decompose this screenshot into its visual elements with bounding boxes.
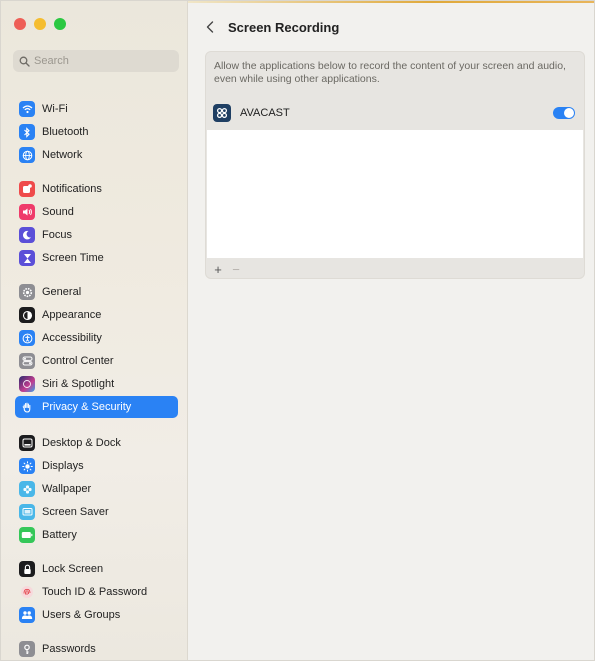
page-title: Screen Recording [228,19,340,35]
system-settings-window: Wi-Fi Bluetooth Network Notifications [0,0,595,661]
flower-icon [19,481,35,497]
sidebar-item-lock-screen[interactable]: Lock Screen [15,558,178,580]
main-content: Screen Recording Allow the applications … [188,1,594,660]
sidebar-item-screen-saver[interactable]: Screen Saver [15,501,178,523]
sun-icon [19,458,35,474]
sidebar-item-wifi[interactable]: Wi-Fi [15,98,178,120]
sidebar-item-label: Displays [42,460,84,472]
sidebar-item-label: Control Center [42,355,114,367]
sidebar-item-accessibility[interactable]: Accessibility [15,327,178,349]
search-field[interactable] [13,50,179,72]
sidebar-item-label: Battery [42,529,77,541]
sidebar-item-appearance[interactable]: Appearance [15,304,178,326]
permissions-panel: Allow the applications below to record t… [205,51,585,279]
sidebar-item-control-center[interactable]: Control Center [15,350,178,372]
appearance-icon [19,307,35,323]
hourglass-icon [19,250,35,266]
globe-icon [19,147,35,163]
sidebar-item-network[interactable]: Network [15,144,178,166]
sidebar-item-label: Passwords [42,643,96,655]
dock-icon [19,435,35,451]
accessibility-icon [19,330,35,346]
add-app-button[interactable]: + [211,262,225,277]
siri-icon [19,376,35,392]
sidebar-item-label: Screen Time [42,252,104,264]
app-list-empty-area [207,130,583,258]
moon-icon [19,227,35,243]
sidebar-item-label: Accessibility [42,332,102,344]
gear-icon [19,284,35,300]
sidebar-item-sound[interactable]: Sound [15,201,178,223]
sidebar-item-label: Touch ID & Password [42,586,148,598]
sidebar-item-bluetooth[interactable]: Bluetooth [15,121,178,143]
bell-icon [19,181,35,197]
fingerprint-icon [19,584,35,600]
search-input[interactable] [34,55,174,67]
sidebar-item-battery[interactable]: Battery [15,524,178,546]
sidebar-item-label: Screen Saver [42,506,109,518]
back-button[interactable] [200,17,220,37]
zoom-window-button[interactable] [54,18,66,30]
permission-description: Allow the applications below to record t… [214,60,566,85]
title-bar-accent [188,1,594,3]
sidebar-item-label: General [42,286,82,298]
sidebar-item-label: Wi-Fi [42,103,68,115]
battery-icon [19,527,35,543]
minimize-window-button[interactable] [34,18,46,30]
sidebar-item-passwords[interactable]: Passwords [15,638,178,660]
control-center-icon [19,353,35,369]
users-icon [19,607,35,623]
sidebar-item-siri-spotlight[interactable]: Siri & Spotlight [15,373,178,395]
sidebar-item-label: Network [42,149,83,161]
remove-app-button[interactable]: − [229,262,243,277]
sidebar-item-notifications[interactable]: Notifications [15,178,178,200]
screen-recording-toggle[interactable] [553,107,575,119]
sidebar-item-wallpaper[interactable]: Wallpaper [15,478,178,500]
screensaver-icon [19,504,35,520]
sidebar-item-label: Lock Screen [42,563,104,575]
sidebar-item-label: Desktop & Dock [42,437,121,449]
sidebar-item-users-groups[interactable]: Users & Groups [15,604,178,626]
sidebar-item-label: Focus [42,229,72,241]
search-icon [19,56,30,67]
chevron-left-icon [206,21,214,33]
sidebar-item-privacy-security[interactable]: Privacy & Security [15,396,178,418]
speaker-icon [19,204,35,220]
sidebar-item-displays[interactable]: Displays [15,455,178,477]
app-name: AVACAST [240,107,290,119]
sidebar-item-desktop-dock[interactable]: Desktop & Dock [15,432,178,454]
list-footer: + − [206,259,584,278]
avacast-app-icon [213,104,231,122]
sidebar-item-touch-id-password[interactable]: Touch ID & Password [15,581,178,603]
sidebar-item-focus[interactable]: Focus [15,224,178,246]
close-window-button[interactable] [14,18,26,30]
sidebar-item-general[interactable]: General [15,281,178,303]
wifi-icon [19,101,35,117]
bluetooth-icon [19,124,35,140]
sidebar-item-label: Siri & Spotlight [42,378,115,390]
sidebar-item-label: Privacy & Security [42,401,132,413]
lock-icon [19,561,35,577]
key-icon [19,641,35,657]
hand-icon [19,399,35,415]
sidebar-item-label: Users & Groups [42,609,121,621]
app-row[interactable]: AVACAST [206,102,584,124]
sidebar-item-label: Bluetooth [42,126,89,138]
sidebar-item-screen-time[interactable]: Screen Time [15,247,178,269]
sidebar-item-label: Wallpaper [42,483,92,495]
sidebar: Wi-Fi Bluetooth Network Notifications [1,1,188,660]
sidebar-item-label: Sound [42,206,74,218]
sidebar-item-label: Appearance [42,309,102,321]
sidebar-item-label: Notifications [42,183,102,195]
window-controls [14,18,66,30]
page-header: Screen Recording [188,13,594,41]
